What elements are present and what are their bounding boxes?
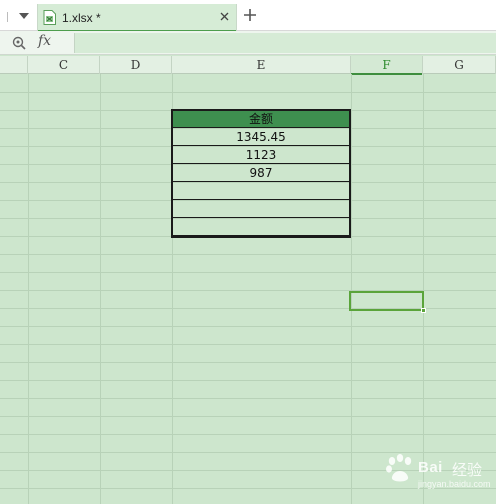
amount-table-header-row: 金额	[171, 109, 351, 128]
selected-cell[interactable]	[349, 291, 426, 313]
tab-label: 1.xlsx *	[62, 10, 101, 25]
column-header-d[interactable]: D	[100, 56, 172, 74]
spreadsheet-file-icon	[43, 10, 56, 25]
paw-logo-icon	[386, 454, 412, 482]
tab-bar-edge	[7, 12, 8, 22]
close-icon	[220, 12, 228, 20]
watermark-brand: Bai	[418, 459, 443, 476]
amount-cell[interactable]	[171, 199, 351, 218]
tab-list-dropdown[interactable]	[15, 7, 33, 25]
formula-input[interactable]	[74, 33, 496, 53]
fill-handle[interactable]	[421, 308, 426, 313]
tab-file[interactable]: 1.xlsx *	[37, 4, 237, 32]
tab-bar: 1.xlsx *	[0, 0, 496, 32]
column-header-f[interactable]: F	[351, 56, 423, 75]
new-tab-button[interactable]	[243, 8, 257, 22]
plus-icon	[244, 9, 256, 21]
table-row	[171, 217, 351, 236]
amount-table: 金额 1345.45 1123 987	[171, 109, 351, 236]
watermark-url: jingyan.baidu.com	[418, 479, 491, 489]
zoom-icon[interactable]	[12, 36, 26, 50]
fx-label[interactable]: fx	[38, 33, 51, 49]
dropdown-arrow-icon	[19, 13, 29, 19]
amount-cell[interactable]: 1345.45	[171, 127, 351, 146]
watermark: Bai 经验 jingyan.baidu.com	[378, 453, 491, 493]
column-header-e[interactable]: E	[172, 56, 351, 74]
amount-cell[interactable]: 1123	[171, 145, 351, 164]
formula-bar: fx	[0, 31, 496, 55]
column-header-c[interactable]: C	[28, 56, 100, 74]
table-row: 1123	[171, 145, 351, 164]
amount-header-cell[interactable]: 金额	[171, 109, 351, 128]
table-row: 1345.45	[171, 127, 351, 146]
amount-cell[interactable]: 987	[171, 163, 351, 182]
table-row: 987	[171, 163, 351, 182]
close-tab-button[interactable]	[218, 10, 230, 22]
column-header-g[interactable]: G	[423, 56, 496, 74]
column-header-partial[interactable]	[0, 56, 28, 74]
table-row	[171, 199, 351, 218]
amount-cell[interactable]	[171, 181, 351, 200]
watermark-suffix: 经验	[452, 461, 483, 479]
table-row	[171, 181, 351, 200]
column-header-bar: C D E F G	[0, 56, 496, 75]
amount-cell[interactable]	[171, 217, 351, 236]
